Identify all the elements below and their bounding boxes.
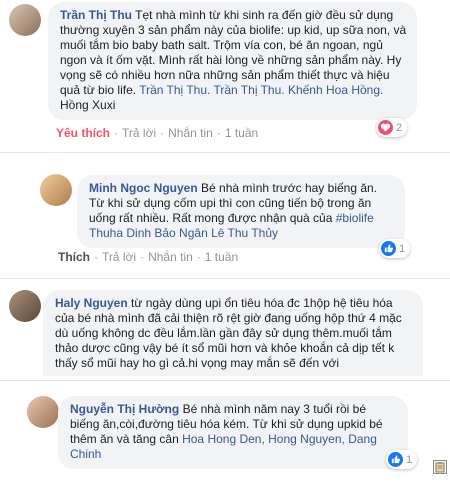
reaction-count[interactable]: 2 — [376, 118, 408, 137]
comment-tail: Hồng Xuxi — [60, 98, 116, 112]
clipboard-icon[interactable] — [433, 460, 447, 474]
comment-card: Nguyễn Thị Hường Bé nhà mình năm nay 3 t… — [0, 386, 450, 482]
avatar[interactable] — [9, 290, 41, 322]
reply-button[interactable]: Trả lời — [122, 126, 156, 140]
comment-author[interactable]: Haly Nguyen — [55, 296, 128, 310]
comment-author[interactable]: Minh Ngoc Nguyen — [89, 181, 198, 195]
avatar[interactable] — [27, 396, 59, 428]
comment-tags[interactable]: Trần Thị Thu. Trần Thị Thu. Khếnh Hoa Hồ… — [139, 83, 383, 97]
comment-actions: Yêu thích · Trả lời · Nhắn tin · 1 tuần — [56, 126, 259, 140]
thumb-icon — [381, 241, 396, 256]
comment-time[interactable]: 1 tuần — [225, 126, 258, 140]
comment-actions: Thích · Trả lời · Nhắn tin · 1 tuần — [58, 250, 239, 264]
like-button[interactable]: Thích — [58, 250, 90, 264]
comment-card: Minh Ngoc Nguyen Bé nhà mình trước hay b… — [0, 162, 450, 272]
reply-button[interactable]: Trả lời — [102, 250, 136, 264]
comment-author[interactable]: Trần Thị Thu — [60, 8, 132, 22]
comment-author[interactable]: Nguyễn Thị Hường — [70, 402, 179, 416]
message-button[interactable]: Nhắn tin — [148, 250, 193, 264]
comment-time[interactable]: 1 tuần — [205, 250, 238, 264]
comment-bubble: Trần Thị Thu Tẹt nhà mình từ khi sinh ra… — [48, 2, 417, 120]
thumb-icon — [388, 452, 403, 467]
comment-card: Haly Nguyen từ ngày dùng upi ổn tiêu hóa… — [0, 284, 450, 376]
reaction-count[interactable]: 1 — [386, 450, 418, 469]
comment-bubble: Minh Ngoc Nguyen Bé nhà mình trước hay b… — [77, 175, 405, 248]
divider — [0, 380, 450, 381]
comment-bubble: Nguyễn Thị Hường Bé nhà mình năm nay 3 t… — [58, 396, 408, 469]
avatar[interactable] — [9, 4, 41, 36]
heart-icon — [378, 120, 393, 135]
comment-card: Trần Thị Thu Tẹt nhà mình từ khi sinh ra… — [0, 0, 450, 150]
comment-bubble: Haly Nguyen từ ngày dùng upi ổn tiêu hóa… — [43, 290, 423, 376]
avatar[interactable] — [40, 174, 72, 206]
reaction-count[interactable]: 1 — [379, 239, 411, 258]
message-button[interactable]: Nhắn tin — [168, 126, 213, 140]
divider — [0, 152, 450, 153]
divider — [0, 278, 450, 279]
like-button[interactable]: Yêu thích — [56, 126, 110, 140]
